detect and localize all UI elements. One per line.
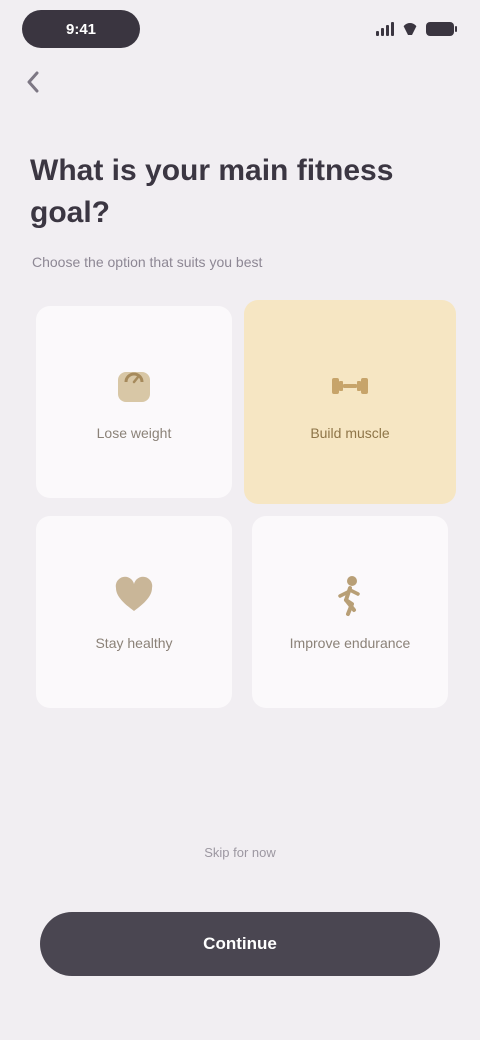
dumbbell-icon [326, 362, 374, 410]
option-label: Build muscle [310, 425, 390, 441]
signal-icon [376, 22, 394, 36]
heart-icon [110, 572, 158, 620]
battery-icon [426, 22, 457, 36]
option-card-lose-weight[interactable]: Lose weight [36, 306, 232, 498]
wifi-icon [402, 23, 418, 35]
option-label: Lose weight [96, 425, 172, 441]
option-card-build-muscle[interactable]: Build muscle [244, 300, 456, 504]
status-bar: 9:41 [0, 0, 480, 60]
option-card-improve-endurance[interactable]: Improve endurance [252, 516, 448, 708]
skip-link[interactable]: Skip for now [0, 845, 480, 860]
option-label: Improve endurance [289, 635, 411, 651]
runner-icon [326, 572, 374, 620]
continue-button[interactable]: Continue [40, 912, 440, 976]
option-label: Stay healthy [95, 635, 173, 651]
goal-options-grid: Lose weight Build muscle Stay healthy Im… [36, 300, 456, 716]
page-subtitle: Choose the option that suits you best [32, 254, 263, 270]
option-card-stay-healthy[interactable]: Stay healthy [36, 516, 232, 708]
status-time: 9:41 [22, 10, 140, 48]
back-button[interactable] [26, 66, 66, 98]
chevron-left-icon [27, 71, 39, 93]
scale-icon [110, 362, 158, 410]
page-title: What is your main fitness goal? [30, 154, 394, 229]
status-icons [376, 18, 457, 40]
